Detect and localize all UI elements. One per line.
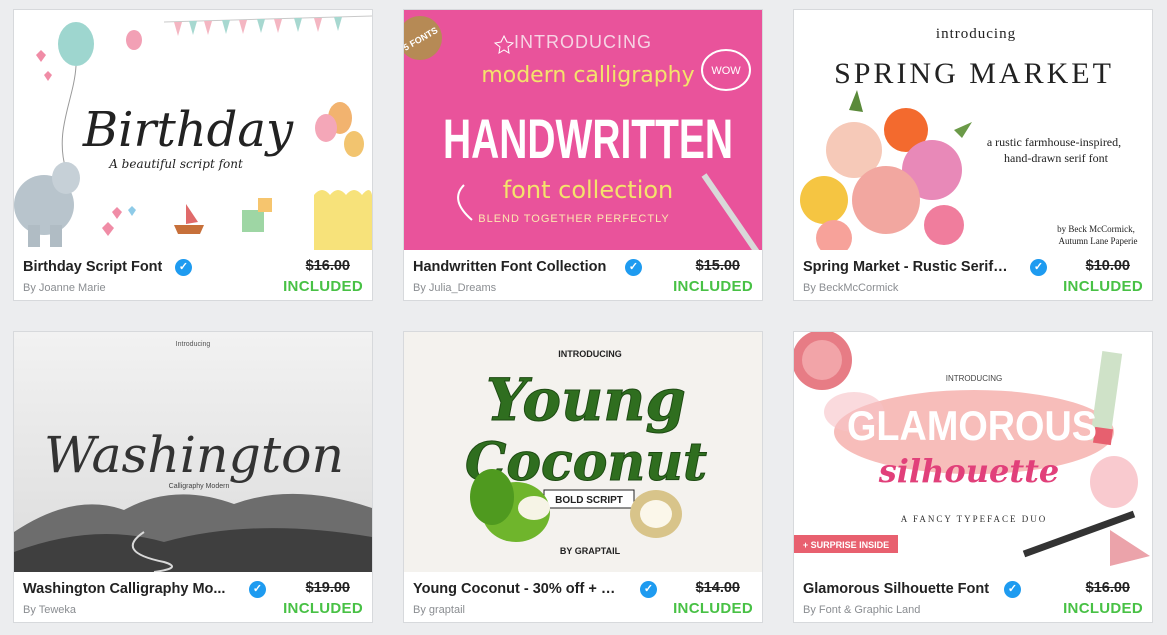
product-author[interactable]: By graptail	[413, 604, 465, 616]
product-thumbnail[interactable]: Introducing Washington Calligraphy Moder…	[14, 332, 372, 572]
product-thumbnail[interactable]: Birthday A beautiful script font	[14, 10, 372, 250]
verified-check-icon: ✓	[640, 581, 657, 598]
product-card[interactable]: 5 FONTS INTRODUCING modern calligraphy H…	[403, 9, 763, 301]
product-title[interactable]: Washington Calligraphy Mo...	[23, 581, 225, 597]
product-title[interactable]: Spring Market - Rustic Serif ...	[803, 259, 1008, 275]
thumb-line1: Young	[486, 366, 686, 434]
included-badge: INCLUDED	[1063, 600, 1143, 617]
product-author[interactable]: By Joanne Marie	[23, 282, 106, 294]
product-info: Birthday Script Font ✓ By Joanne Marie $…	[14, 250, 372, 300]
thumb-desc1: a rustic farmhouse-inspired,	[987, 135, 1121, 149]
product-card[interactable]: Birthday A beautiful script font Birthda…	[13, 9, 373, 301]
product-card[interactable]: INTRODUCING Young Coconut BOLD SCRIPT BY…	[403, 331, 763, 623]
original-price: $16.00	[1085, 580, 1130, 596]
thumb-headline: GLAMOROUS	[847, 402, 1097, 449]
original-price: $16.00	[305, 258, 350, 274]
product-title[interactable]: Birthday Script Font	[23, 259, 162, 275]
product-card[interactable]: INTRODUCING GLAMOROUS silhouette A FANCY…	[793, 331, 1153, 623]
original-price: $19.00	[305, 580, 350, 596]
product-title[interactable]: Handwritten Font Collection	[413, 259, 606, 275]
thumb-intro: INTRODUCING	[558, 349, 622, 359]
thumb-credit1: by Beck McCormick,	[1057, 224, 1135, 234]
thumb-sub: Calligraphy Modern	[169, 483, 230, 490]
original-price: $14.00	[695, 580, 740, 596]
thumb-tagline: A beautiful script font	[108, 157, 243, 171]
verified-check-icon: ✓	[249, 581, 266, 598]
product-author[interactable]: By BeckMcCormick	[803, 282, 898, 294]
product-author[interactable]: By Julia_Dreams	[413, 282, 496, 294]
product-info: Washington Calligraphy Mo... ✓ By Teweka…	[14, 572, 372, 622]
product-title[interactable]: Young Coconut - 30% off + S...	[413, 581, 618, 597]
thumb-intro: Introducing	[176, 341, 211, 348]
included-badge: INCLUDED	[1063, 278, 1143, 295]
product-thumbnail[interactable]: INTRODUCING Young Coconut BOLD SCRIPT BY…	[404, 332, 762, 572]
product-thumbnail[interactable]: INTRODUCING GLAMOROUS silhouette A FANCY…	[794, 332, 1152, 572]
included-badge: INCLUDED	[283, 278, 363, 295]
thumb-tag: + SURPRISE INSIDE	[803, 540, 889, 550]
thumb-credit2: Autumn Lane Paperie	[1059, 236, 1138, 246]
thumb-sub: A FANCY TYPEFACE DUO	[901, 514, 1047, 524]
product-author[interactable]: By Teweka	[23, 604, 76, 616]
included-badge: INCLUDED	[673, 278, 753, 295]
product-thumbnail[interactable]: 5 FONTS INTRODUCING modern calligraphy H…	[404, 10, 762, 250]
thumb-line3: BLEND TOGETHER PERFECTLY	[478, 213, 669, 225]
thumb-intro: introducing	[936, 26, 1016, 42]
thumb-intro: INTRODUCING	[946, 374, 1002, 383]
thumb-line1: modern calligraphy	[481, 63, 694, 88]
thumb-credit: BY GRAPTAIL	[560, 546, 621, 556]
thumb-bubble: WOW	[711, 65, 741, 77]
thumb-headline: Birthday	[82, 102, 294, 158]
product-card[interactable]: Introducing Washington Calligraphy Moder…	[13, 331, 373, 623]
product-info: Handwritten Font Collection ✓ By Julia_D…	[404, 250, 762, 300]
product-title[interactable]: Glamorous Silhouette Font	[803, 581, 989, 597]
thumb-script: silhouette	[878, 452, 1059, 490]
verified-check-icon: ✓	[175, 259, 192, 276]
included-badge: INCLUDED	[673, 600, 753, 617]
thumb-headline: Washington	[44, 426, 344, 484]
thumb-sub: BOLD SCRIPT	[555, 495, 623, 506]
thumb-headline: HANDWRITTEN	[443, 107, 733, 170]
thumb-desc2: hand-drawn serif font	[1004, 151, 1109, 165]
thumb-intro: INTRODUCING	[514, 32, 652, 52]
verified-check-icon: ✓	[1004, 581, 1021, 598]
product-info: Spring Market - Rustic Serif ... ✓ By Be…	[794, 250, 1152, 300]
product-info: Young Coconut - 30% off + S... ✓ By grap…	[404, 572, 762, 622]
product-card[interactable]: introducing SPRING MARKET a rustic farmh…	[793, 9, 1153, 301]
thumb-headline: SPRING MARKET	[834, 57, 1114, 90]
product-info: Glamorous Silhouette Font ✓ By Font & Gr…	[794, 572, 1152, 622]
verified-check-icon: ✓	[1030, 259, 1047, 276]
product-thumbnail[interactable]: introducing SPRING MARKET a rustic farmh…	[794, 10, 1152, 250]
included-badge: INCLUDED	[283, 600, 363, 617]
product-author[interactable]: By Font & Graphic Land	[803, 604, 920, 616]
verified-check-icon: ✓	[625, 259, 642, 276]
original-price: $10.00	[1085, 258, 1130, 274]
thumb-line2: font collection	[503, 176, 674, 204]
original-price: $15.00	[695, 258, 740, 274]
